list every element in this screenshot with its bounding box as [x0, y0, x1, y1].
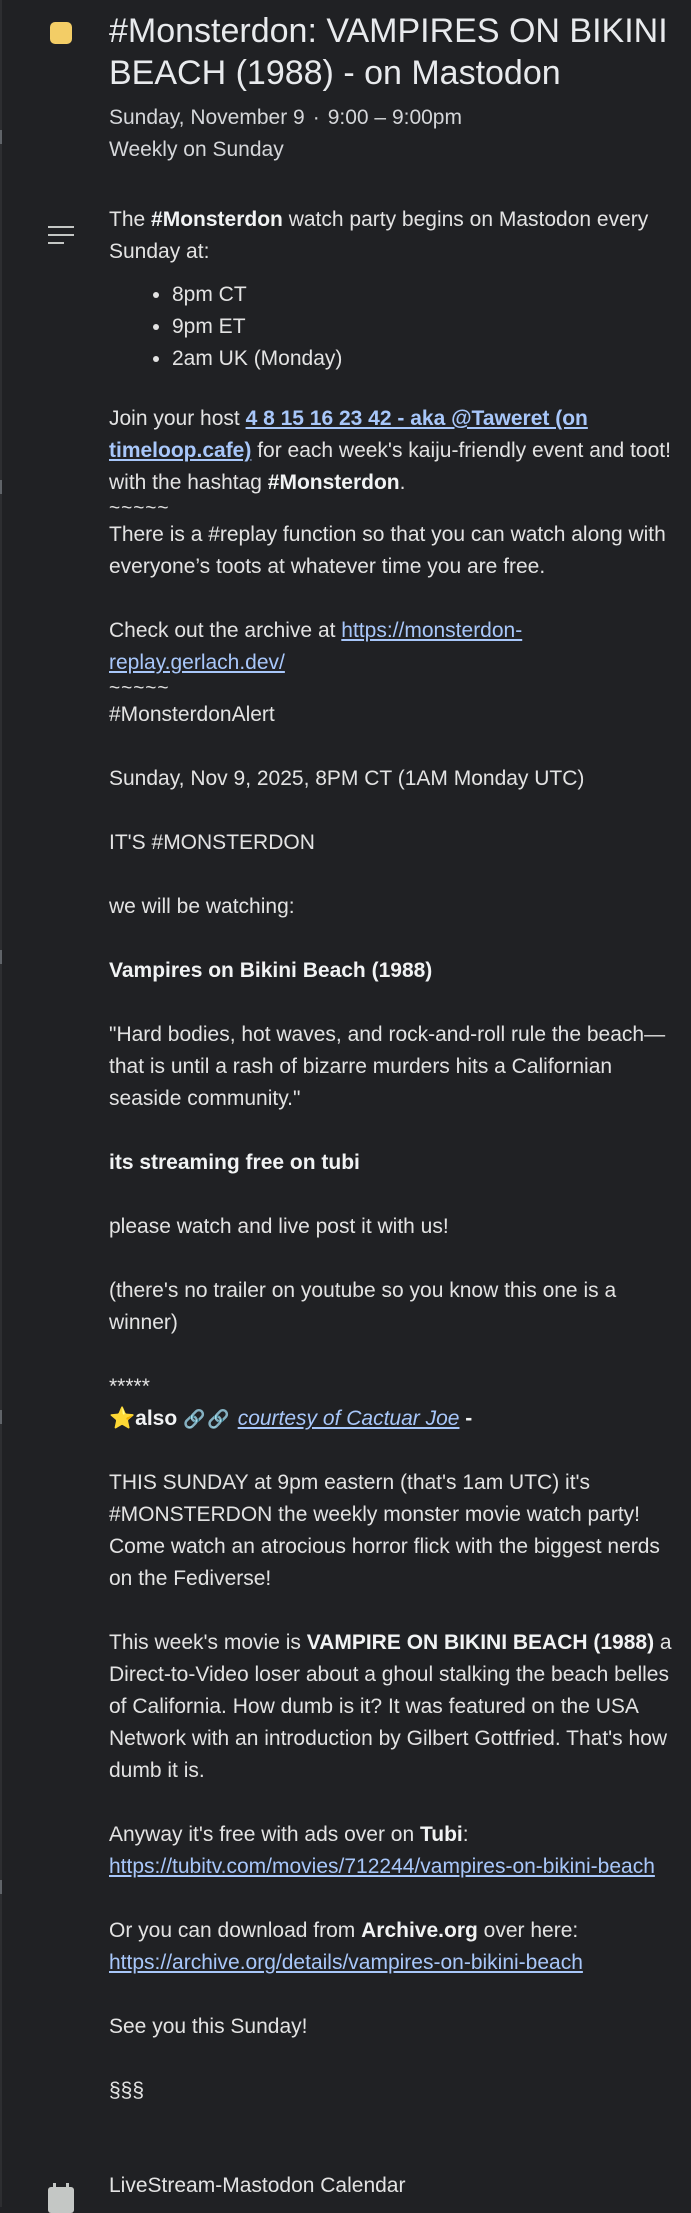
- event-date: Sunday, November 9: [109, 106, 305, 129]
- replay-text: There is a #replay function so that you …: [109, 523, 666, 578]
- alert-date: Sunday, Nov 9, 2025, 8PM CT (1AM Monday …: [109, 767, 585, 790]
- calendar-icon: [48, 2183, 74, 2213]
- date-time-separator: ·: [312, 106, 320, 129]
- alert-tag: #MonsterdonAlert: [109, 703, 275, 726]
- event-title: #Monsterdon: VAMPIRES ON BIKINI BEACH (1…: [109, 12, 668, 92]
- archive-org-text: Or you can download from Archive.org ove…: [109, 1919, 583, 1974]
- schedule-item: 2am UK (Monday): [172, 343, 684, 375]
- week-text: This week's movie is VAMPIRE ON BIKINI B…: [109, 1631, 672, 1782]
- event-when: Sunday, November 9 · 9:00 – 9:00pm Weekly …: [109, 102, 669, 166]
- schedule-list: 8pm CT 9pm ET 2am UK (Monday): [109, 279, 684, 375]
- description-icon: [48, 226, 74, 250]
- streaming-text: its streaming free on tubi: [109, 1151, 360, 1174]
- tilde-divider: ~~~~~: [109, 678, 170, 699]
- intro-text: The #Monsterdon watch party begins on Ma…: [109, 208, 649, 263]
- tubi-text: Anyway it's free with ads over on Tubi: h…: [109, 1823, 655, 1878]
- event-color-dot: [50, 22, 72, 44]
- archive-text: Check out the archive at https://monster…: [109, 619, 523, 674]
- see-you-text: See you this Sunday!: [109, 2015, 308, 2038]
- movie-tagline: "Hard bodies, hot waves, and rock-and-ro…: [109, 1023, 666, 1110]
- event-datetime: Sunday, November 9 · 9:00 – 9:00pm: [109, 102, 669, 134]
- event-description: The #Monsterdon watch party begins on Ma…: [109, 204, 684, 2107]
- movie-title: Vampires on Bikini Beach (1988): [109, 959, 433, 982]
- event-time: 9:00 – 9:00pm: [327, 106, 462, 129]
- section-divider: §§§: [109, 2079, 145, 2102]
- tubi-link[interactable]: https://tubitv.com/movies/712244/vampire…: [109, 1855, 655, 1878]
- star-icon: ⭐: [109, 1407, 136, 1430]
- please-text: please watch and live post it with us!: [109, 1215, 449, 1238]
- schedule-item: 8pm CT: [172, 279, 684, 311]
- schedule-item: 9pm ET: [172, 311, 684, 343]
- courtesy-link[interactable]: courtesy of Cactuar Joe: [238, 1407, 460, 1430]
- stars-divider: *****: [109, 1375, 150, 1398]
- calendar-name: LiveStream-Mastodon Calendar: [109, 2174, 406, 2197]
- trailer-text: (there's no trailer on youtube so you kn…: [109, 1279, 617, 1334]
- link-icon: 🔗🔗: [183, 1409, 232, 1429]
- left-edge-strip: [0, 0, 2, 2207]
- host-text: Join your host 4 8 15 16 23 42 - aka @Ta…: [109, 407, 671, 494]
- event-recurrence: Weekly on Sunday: [109, 138, 284, 161]
- sunday-text: THIS SUNDAY at 9pm eastern (that's 1am U…: [109, 1471, 660, 1590]
- its-monsterdon: IT'S #MONSTERDON: [109, 831, 315, 854]
- archive-org-link[interactable]: https://archive.org/details/vampires-on-…: [109, 1951, 583, 1974]
- calendar-row: LiveStream-Mastodon Calendar: [0, 2170, 691, 2213]
- watching-text: we will be watching:: [109, 895, 295, 918]
- also-line: ⭐also 🔗🔗 courtesy of Cactuar Joe -: [109, 1407, 473, 1430]
- tilde-divider: ~~~~~: [109, 498, 170, 519]
